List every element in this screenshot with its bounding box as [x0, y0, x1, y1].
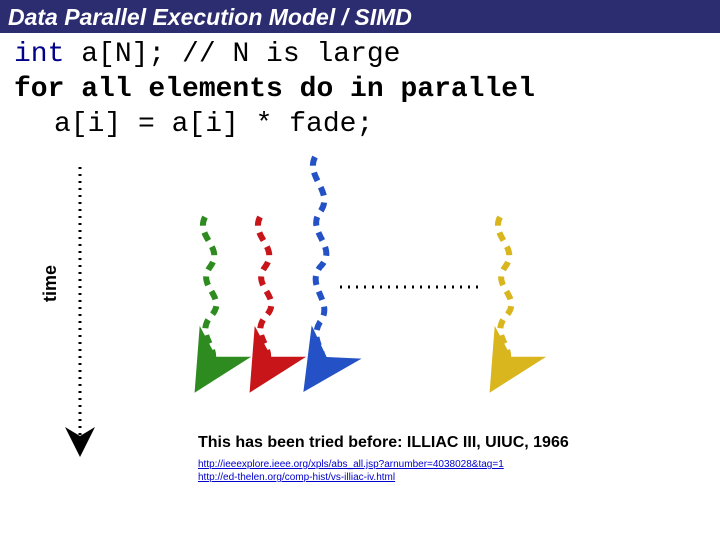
- keyword-int: int: [14, 39, 64, 70]
- reference-link-1[interactable]: http://ieeexplore.ieee.org/xpls/abs_all.…: [198, 459, 504, 470]
- thread-squiggle-green: [203, 217, 216, 367]
- thread-squiggle-red: [258, 217, 271, 367]
- code-line-3: a[i] = a[i] * fade;: [14, 107, 706, 142]
- code-line-2: for all elements do in parallel: [14, 72, 706, 107]
- reference-link-2[interactable]: http://ed-thelen.org/comp-hist/vs-illiac…: [198, 472, 395, 483]
- threads-svg: [0, 142, 720, 482]
- slide-title-bar: Data Parallel Execution Model / SIMD: [0, 0, 720, 33]
- code-block: int a[N]; // N is large for all elements…: [0, 33, 720, 142]
- slide-title: Data Parallel Execution Model / SIMD: [8, 4, 412, 30]
- diagram-canvas: time This has been tried before: ILLIAC …: [0, 142, 720, 482]
- code-line-1: int a[N]; // N is large: [14, 37, 706, 72]
- historical-note: This has been tried before: ILLIAC III, …: [198, 434, 569, 452]
- reference-links: http://ieeexplore.ieee.org/xpls/abs_all.…: [198, 458, 504, 484]
- time-axis-label: time: [40, 265, 61, 302]
- thread-squiggle-yellow: [498, 217, 511, 367]
- code-line-1-rest: a[N]; // N is large: [64, 39, 400, 70]
- thread-squiggle-blue: [313, 157, 326, 367]
